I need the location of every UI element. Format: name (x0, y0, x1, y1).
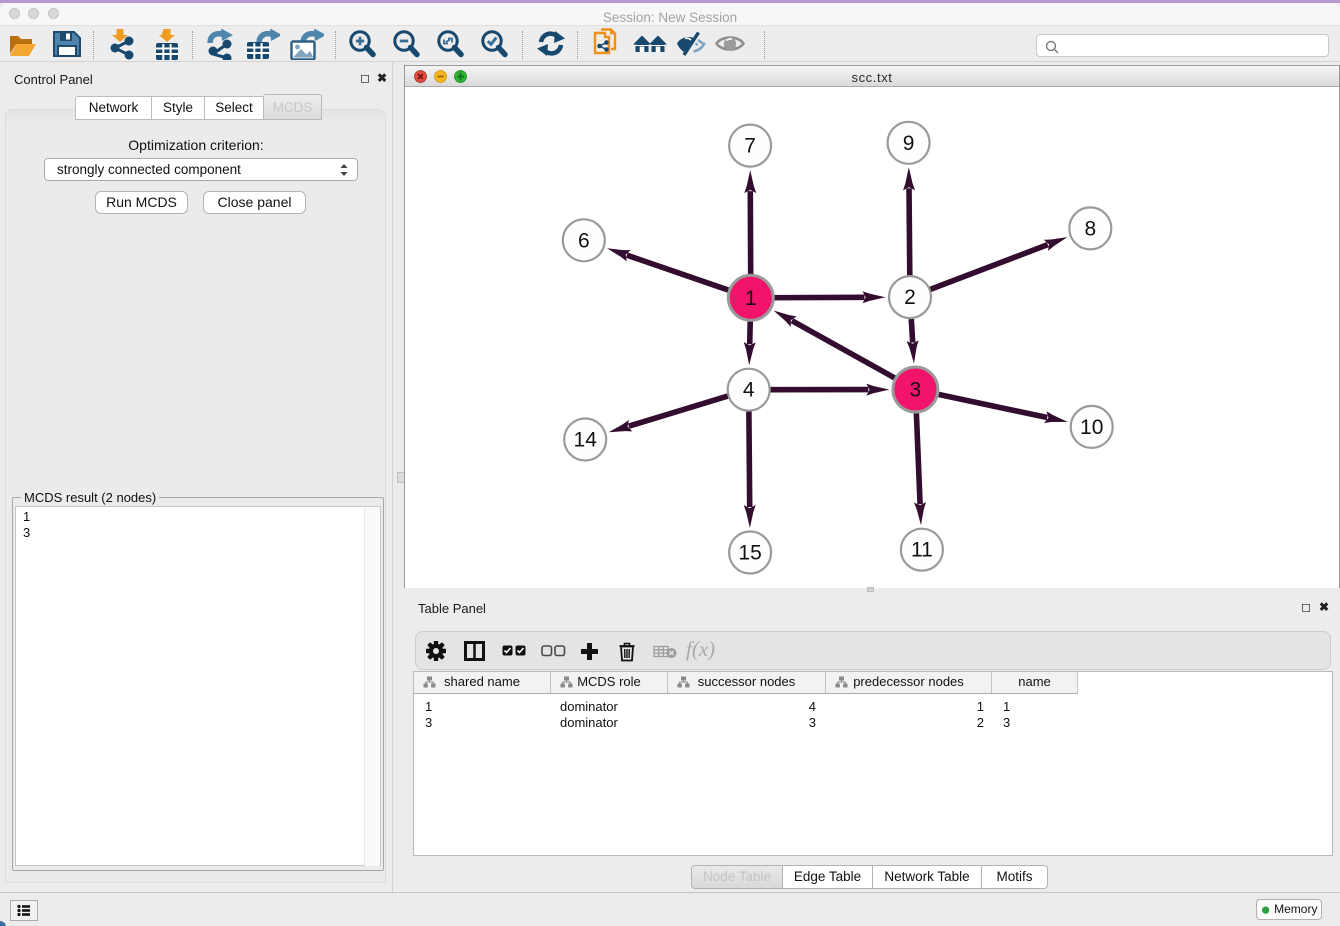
svg-text:14: 14 (574, 429, 598, 452)
svg-text:1: 1 (745, 287, 757, 310)
svg-text:10: 10 (1080, 416, 1103, 439)
svg-text:9: 9 (903, 132, 915, 155)
svg-text:4: 4 (743, 379, 755, 402)
svg-text:6: 6 (578, 229, 590, 252)
svg-text:15: 15 (738, 542, 761, 565)
svg-text:2: 2 (904, 286, 916, 309)
svg-text:11: 11 (911, 539, 933, 562)
svg-text:8: 8 (1084, 217, 1096, 240)
svg-text:3: 3 (910, 379, 922, 402)
svg-text:7: 7 (744, 135, 756, 158)
